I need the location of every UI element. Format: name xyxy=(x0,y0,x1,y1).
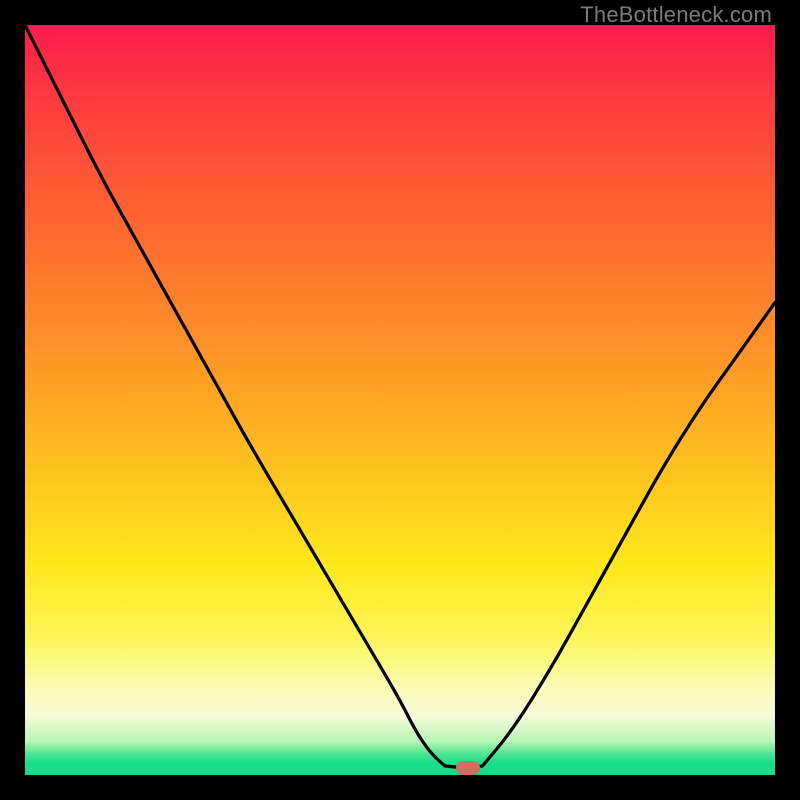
chart-frame: TheBottleneck.com xyxy=(0,0,800,800)
bottleneck-curve-path xyxy=(25,25,775,768)
bottleneck-curve xyxy=(25,25,775,775)
plot-area xyxy=(25,25,775,775)
optimal-marker xyxy=(456,761,480,775)
